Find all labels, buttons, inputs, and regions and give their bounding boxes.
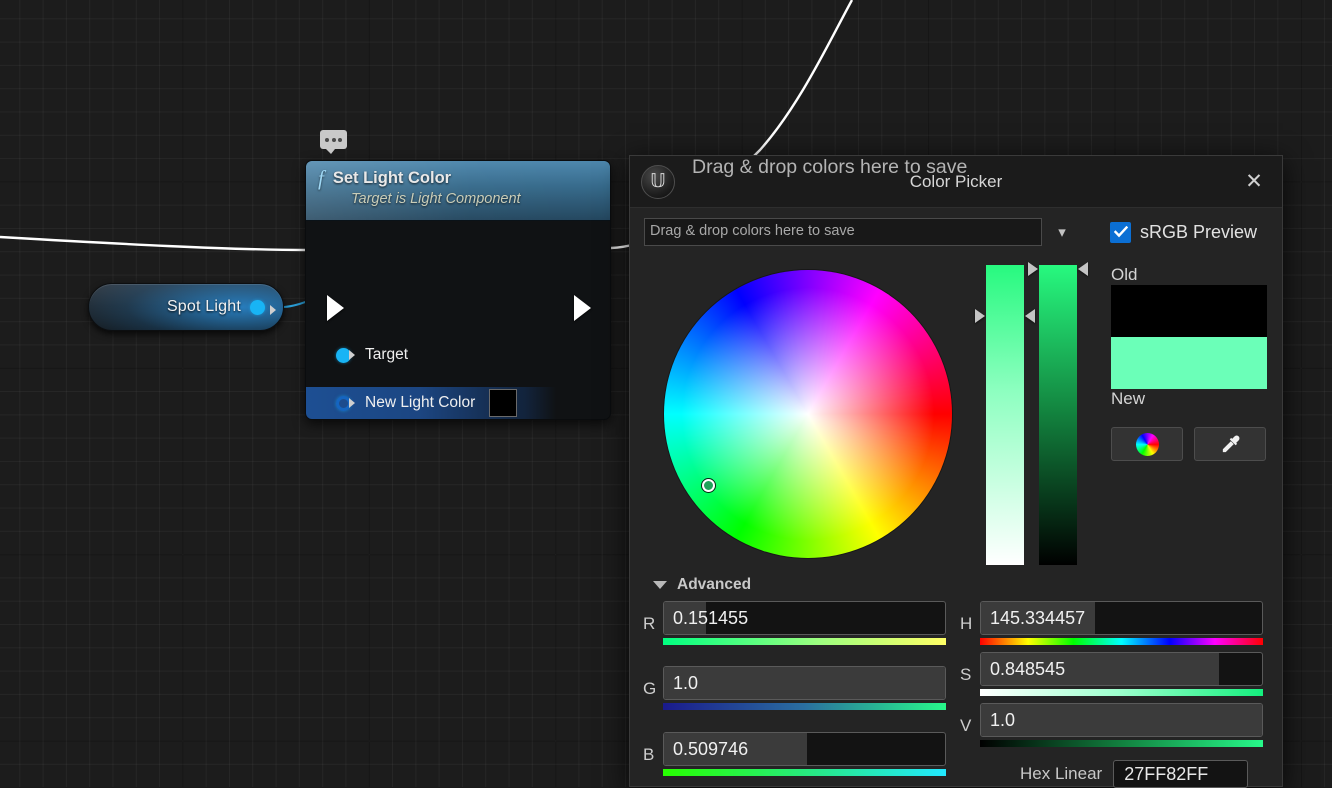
channel-row-s: S 0.848545 bbox=[960, 652, 1263, 696]
eyedropper-icon bbox=[1219, 433, 1242, 456]
channel-row-g: G 1.0 bbox=[643, 666, 946, 710]
color-wheel[interactable] bbox=[664, 270, 952, 558]
channel-value-b: 0.509746 bbox=[664, 739, 748, 760]
new-label: New bbox=[1111, 389, 1269, 409]
channel-letter-s: S bbox=[960, 665, 980, 685]
set-light-color-node[interactable]: f Set Light Color Target is Light Compon… bbox=[305, 160, 611, 420]
channel-input-g[interactable]: 1.0 bbox=[663, 666, 946, 700]
unreal-engine-logo-icon: 𝕌 bbox=[641, 165, 675, 199]
channel-letter-r: R bbox=[643, 614, 663, 634]
exec-out-pin-icon[interactable] bbox=[574, 295, 591, 321]
channel-value-v: 1.0 bbox=[981, 710, 1015, 731]
node-title-row: f Set Light Color bbox=[318, 168, 600, 189]
old-color-swatch[interactable] bbox=[1111, 285, 1267, 337]
close-icon[interactable]: ✕ bbox=[1240, 168, 1268, 196]
channel-gradient-s bbox=[980, 689, 1263, 696]
node-title: Set Light Color bbox=[333, 169, 451, 188]
channel-row-h: H 145.334457 bbox=[960, 601, 1263, 645]
new-color-swatch[interactable] bbox=[1111, 337, 1267, 389]
pin-row-new-light-color[interactable]: New Light Color bbox=[306, 387, 556, 419]
channel-letter-b: B bbox=[643, 745, 663, 765]
channel-row-r: R 0.151455 bbox=[643, 601, 946, 645]
dialog-toolbar: Drag & drop colors here to save Drag & d… bbox=[630, 208, 1282, 256]
saturation-slider-track[interactable] bbox=[986, 265, 1024, 565]
chevron-down-icon[interactable]: ▾ bbox=[1042, 223, 1082, 241]
channel-gradient-h bbox=[980, 638, 1263, 645]
checkmark-icon bbox=[1114, 226, 1128, 238]
saturation-slider-marker-left[interactable] bbox=[975, 309, 985, 323]
hex-linear-row: Hex Linear 27FF82FF bbox=[1020, 760, 1248, 788]
pin-arrow-icon bbox=[349, 350, 355, 360]
drag-drop-placeholder-large: Drag & drop colors here to save bbox=[692, 156, 967, 179]
channel-value-r: 0.151455 bbox=[664, 608, 748, 629]
srgb-preview-group[interactable]: sRGB Preview bbox=[1110, 222, 1257, 243]
channel-gradient-r bbox=[663, 638, 946, 645]
object-pin-icon[interactable] bbox=[250, 300, 265, 315]
pin-arrow-icon bbox=[270, 305, 276, 315]
channel-value-s: 0.848545 bbox=[981, 659, 1065, 680]
channel-input-v[interactable]: 1.0 bbox=[980, 703, 1263, 737]
spot-light-node[interactable]: Spot Light bbox=[88, 283, 284, 331]
channel-input-b[interactable]: 0.509746 bbox=[663, 732, 946, 766]
node-subtitle: Target is Light Component bbox=[351, 191, 600, 207]
channel-fill-g bbox=[664, 667, 945, 699]
value-slider-track[interactable] bbox=[1039, 265, 1077, 565]
channel-input-h[interactable]: 145.334457 bbox=[980, 601, 1263, 635]
exec-in-pin-icon[interactable] bbox=[327, 295, 344, 321]
value-slider-marker-left[interactable] bbox=[1028, 262, 1038, 276]
channel-value-h: 145.334457 bbox=[981, 608, 1085, 629]
advanced-label: Advanced bbox=[677, 576, 751, 594]
new-light-color-swatch[interactable] bbox=[489, 389, 517, 417]
drag-drop-placeholder-small: Drag & drop colors here to save bbox=[650, 223, 855, 239]
saturation-slider[interactable] bbox=[986, 265, 1024, 565]
channel-input-r[interactable]: 0.151455 bbox=[663, 601, 946, 635]
advanced-section-header[interactable]: Advanced bbox=[653, 576, 751, 594]
function-f-icon: f bbox=[318, 168, 324, 189]
color-wheel-selector[interactable] bbox=[702, 479, 715, 492]
pin-arrow-icon bbox=[349, 398, 355, 408]
pin-label-target: Target bbox=[365, 346, 408, 364]
old-new-column: Old New bbox=[1111, 265, 1269, 461]
value-slider-marker-right[interactable] bbox=[1078, 262, 1088, 276]
channel-row-v: V 1.0 bbox=[960, 703, 1263, 747]
channel-letter-v: V bbox=[960, 716, 980, 736]
srgb-preview-label: sRGB Preview bbox=[1140, 222, 1257, 243]
caret-down-icon bbox=[653, 581, 667, 589]
picker-buttons bbox=[1111, 427, 1269, 461]
spot-light-node-label: Spot Light bbox=[167, 298, 241, 316]
color-wheel-toggle-button[interactable] bbox=[1111, 427, 1183, 461]
drag-drop-colors-field[interactable]: Drag & drop colors here to save bbox=[644, 218, 1042, 246]
pin-label-new-light-color: New Light Color bbox=[365, 394, 475, 412]
pin-row-target[interactable]: Target bbox=[306, 339, 610, 371]
channel-fill-v bbox=[981, 704, 1262, 736]
channel-letter-h: H bbox=[960, 614, 980, 634]
hex-linear-input[interactable]: 27FF82FF bbox=[1113, 760, 1248, 788]
channel-gradient-v bbox=[980, 740, 1263, 747]
comment-bubble-icon[interactable] bbox=[320, 130, 347, 149]
eyedropper-button[interactable] bbox=[1194, 427, 1266, 461]
channel-input-s[interactable]: 0.848545 bbox=[980, 652, 1263, 686]
channel-gradient-b bbox=[663, 769, 946, 776]
channel-row-b: B 0.509746 bbox=[643, 732, 946, 776]
value-slider[interactable] bbox=[1039, 265, 1077, 565]
color-wheel-icon bbox=[1136, 433, 1159, 456]
channel-letter-g: G bbox=[643, 679, 663, 699]
channel-gradient-g bbox=[663, 703, 946, 710]
channel-value-g: 1.0 bbox=[664, 673, 698, 694]
old-label: Old bbox=[1111, 265, 1269, 285]
node-header: f Set Light Color Target is Light Compon… bbox=[306, 161, 610, 221]
saturation-slider-marker-right[interactable] bbox=[1025, 309, 1035, 323]
node-body: Target New Light Color SRGB bbox=[306, 221, 610, 419]
hex-linear-label: Hex Linear bbox=[1020, 764, 1102, 784]
srgb-preview-checkbox[interactable] bbox=[1110, 222, 1131, 243]
